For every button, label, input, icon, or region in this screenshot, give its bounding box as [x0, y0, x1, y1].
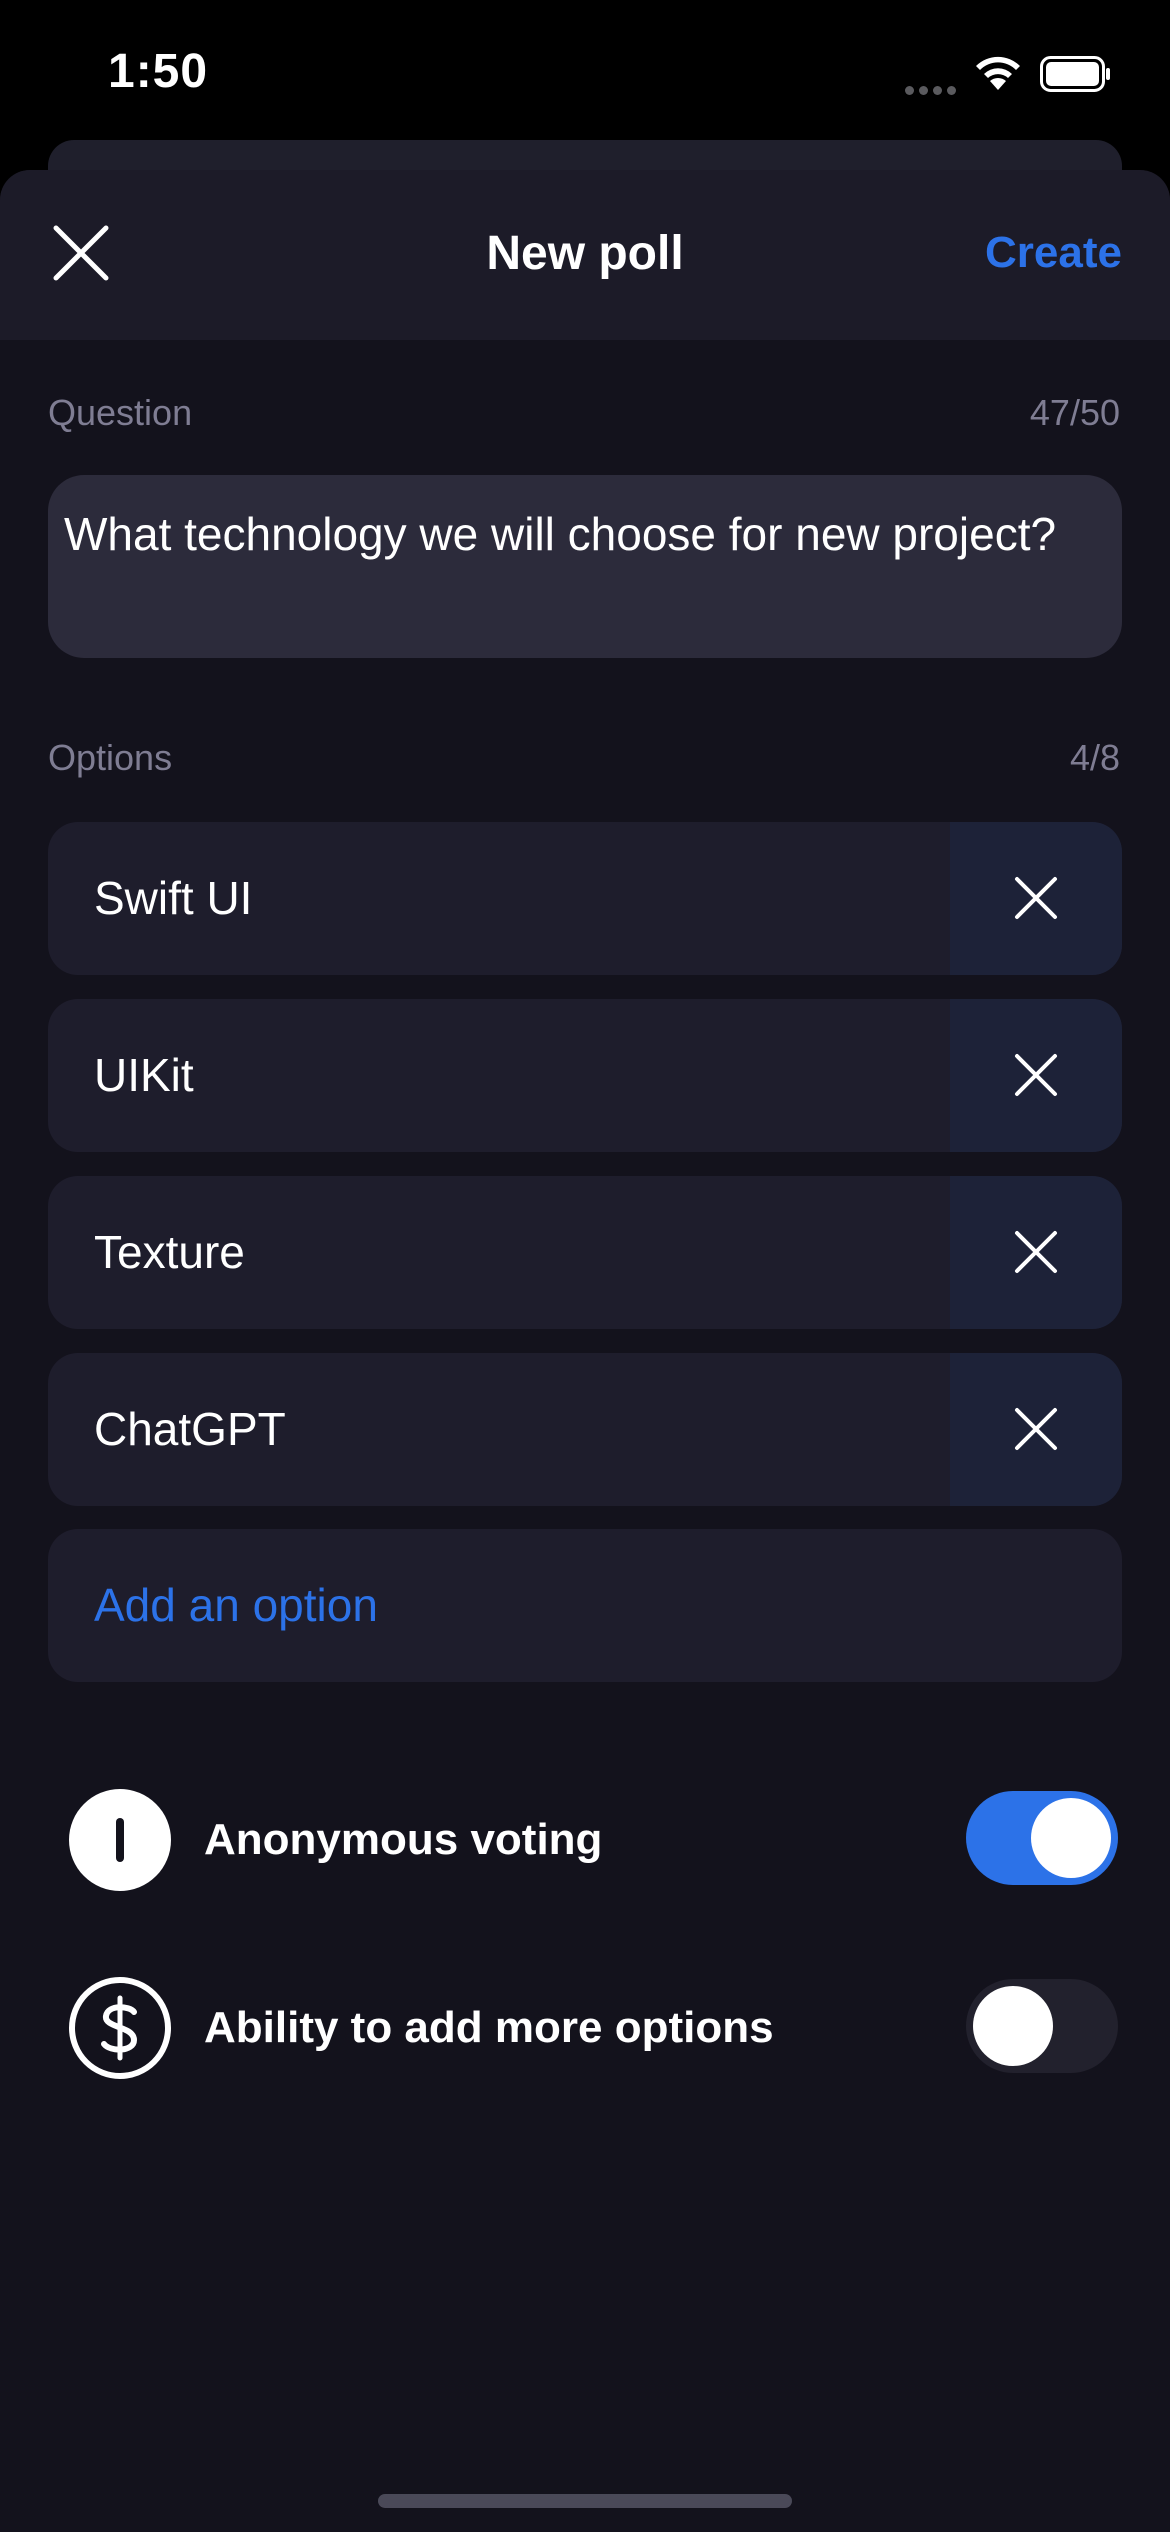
question-input[interactable]: What technology we will choose for new p… [48, 475, 1122, 658]
close-icon [1015, 1231, 1057, 1273]
close-icon [1015, 1054, 1057, 1096]
setting-add-more-options: Ability to add more options [68, 1976, 1118, 2080]
option-row[interactable]: Texture [48, 1176, 1122, 1329]
add-more-options-toggle[interactable] [966, 1979, 1118, 2073]
add-option-button[interactable]: Add an option [48, 1529, 1122, 1682]
setting-label: Ability to add more options [204, 2003, 774, 2052]
options-label: Options [48, 737, 173, 778]
toggle-knob [973, 1986, 1053, 2066]
status-bar: 1:50 [0, 0, 1170, 150]
question-char-count: 47/50 [1029, 392, 1120, 433]
status-time: 1:50 [108, 45, 209, 98]
option-row[interactable]: Swift UI [48, 822, 1122, 975]
options-count: 4/8 [1069, 737, 1120, 778]
option-input[interactable]: UIKit [94, 999, 194, 1152]
battery-icon [1040, 56, 1110, 92]
add-option-label: Add an option [94, 1579, 378, 1631]
remove-option-button[interactable] [950, 1353, 1122, 1506]
option-input[interactable]: ChatGPT [94, 1353, 286, 1506]
home-indicator [378, 2494, 792, 2508]
remove-option-button[interactable] [950, 1176, 1122, 1329]
remove-option-button[interactable] [950, 822, 1122, 975]
navigation-bar: New poll Create [0, 170, 1170, 340]
setting-anonymous-voting: Anonymous voting [68, 1788, 1118, 1892]
wifi-icon [976, 56, 1020, 90]
close-icon [1015, 877, 1057, 919]
option-row[interactable]: ChatGPT [48, 1353, 1122, 1506]
create-button[interactable]: Create [985, 228, 1122, 278]
remove-option-button[interactable] [950, 999, 1122, 1152]
question-label: Question [48, 392, 193, 433]
anonymous-voting-toggle[interactable] [966, 1791, 1118, 1885]
new-poll-sheet: New poll Create Question 47/50 What tech… [0, 170, 1170, 2532]
toggle-knob [1031, 1798, 1111, 1878]
dollar-circle-icon [69, 1977, 171, 2079]
option-input[interactable]: Swift UI [94, 822, 252, 975]
info-circle-icon [69, 1789, 171, 1891]
option-input[interactable]: Texture [94, 1176, 245, 1329]
option-row[interactable]: UIKit [48, 999, 1122, 1152]
setting-label: Anonymous voting [204, 1815, 603, 1864]
close-icon [1015, 1408, 1057, 1450]
cellular-signal-icon [905, 82, 961, 100]
